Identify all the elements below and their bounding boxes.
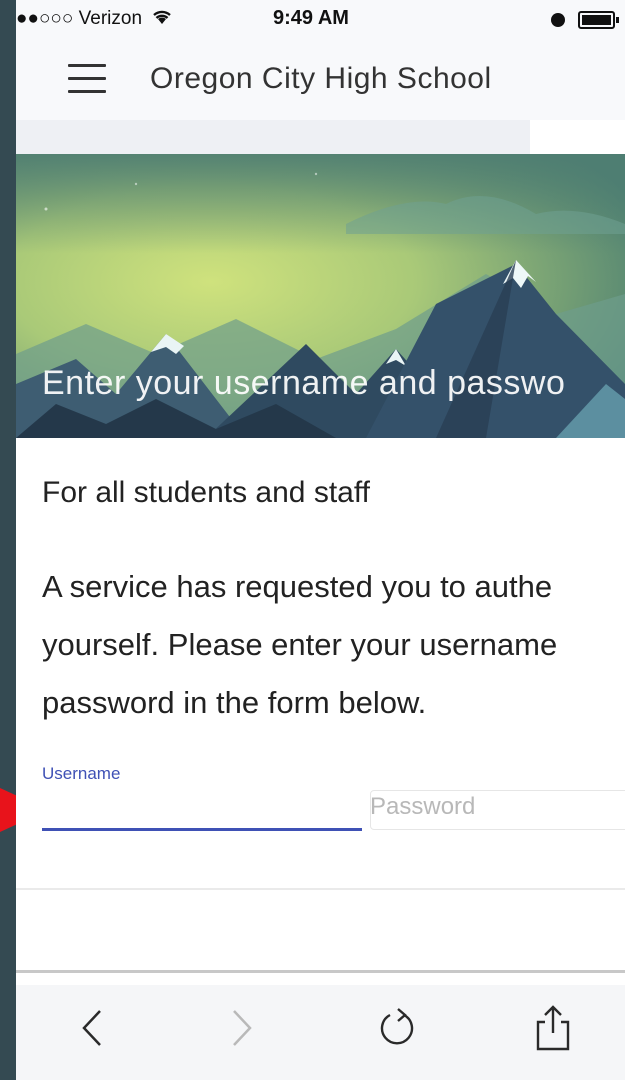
- site-header: Oregon City High School: [16, 40, 625, 120]
- login-description: A service has requested you to authe you…: [42, 569, 558, 720]
- status-icons: [550, 9, 619, 31]
- divider: [16, 888, 625, 890]
- forward-button[interactable]: [216, 1003, 266, 1053]
- share-button[interactable]: [528, 1003, 578, 1053]
- password-input[interactable]: [370, 790, 625, 830]
- phone-screen: ●●○○○ Verizon 9:49 AM Oregon City High S…: [16, 0, 625, 1080]
- login-subtitle: For all students and staff: [42, 476, 370, 509]
- header-gap: [16, 120, 625, 154]
- chevron-right-icon: [233, 1010, 252, 1046]
- page-title: Oregon City High School: [150, 62, 492, 95]
- hamburger-icon[interactable]: [68, 64, 106, 94]
- reload-icon: [380, 1008, 414, 1045]
- username-label: Username: [42, 764, 121, 783]
- battery-icon: [578, 10, 619, 29]
- username-input[interactable]: [42, 790, 362, 831]
- status-bar: ●●○○○ Verizon 9:49 AM: [16, 0, 625, 40]
- status-time: 9:49 AM: [273, 7, 349, 29]
- wifi-icon: [153, 10, 172, 24]
- reload-button[interactable]: [373, 1003, 423, 1053]
- gap-block: [530, 120, 625, 154]
- browser-toolbar: [16, 985, 625, 1080]
- share-icon: [536, 1005, 570, 1051]
- chevron-left-icon: [82, 1010, 101, 1046]
- divider: [16, 970, 625, 973]
- carrier-label: ●●○○○ Verizon: [16, 8, 143, 29]
- carrier-signal: ●●○○○ Verizon: [16, 8, 173, 30]
- alarm-icon: [550, 12, 565, 27]
- hero-banner: Enter your username and passwo: [16, 154, 625, 438]
- hero-heading: Enter your username and passwo: [42, 364, 566, 402]
- back-button[interactable]: [68, 1003, 118, 1053]
